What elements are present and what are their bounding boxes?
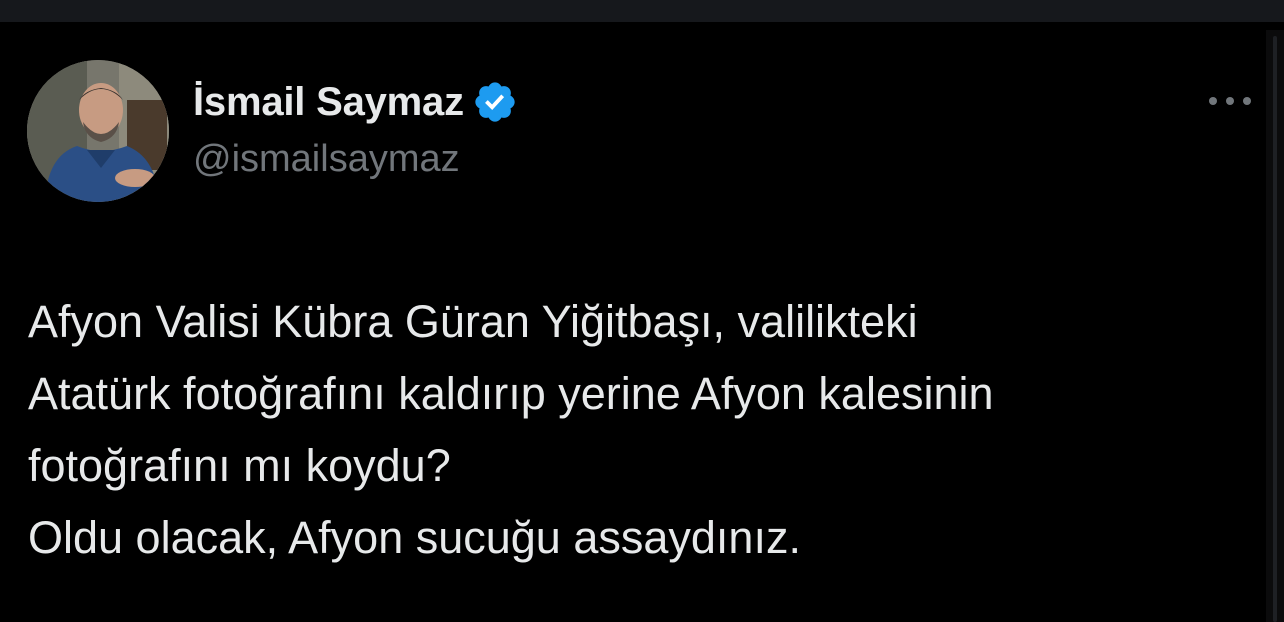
avatar[interactable] [27,60,169,202]
tweet-text-line: Oldu olacak, Afyon sucuğu assaydınız. [28,512,801,563]
tweet-text-line: Atatürk fotoğrafını kaldırıp yerine Afyo… [28,368,994,419]
tweet-text: Afyon Valisi Kübra Güran Yiğitbaşı, vali… [28,286,1248,574]
author-display-name[interactable]: İsmail Saymaz [193,80,464,125]
verified-badge-icon[interactable] [472,79,518,125]
more-options-icon [1209,97,1251,105]
scrollbar-thumb[interactable] [1273,36,1277,622]
author-name-row[interactable]: İsmail Saymaz [193,76,518,128]
tweet-text-line: Afyon Valisi Kübra Güran Yiğitbaşı, vali… [28,296,918,347]
avatar-photo [27,60,169,202]
author-handle[interactable]: @ismailsaymaz [193,138,460,181]
tweet-text-line: fotoğrafını mı koydu? [28,440,451,491]
top-bar [0,0,1284,22]
more-options-button[interactable] [1200,82,1260,120]
